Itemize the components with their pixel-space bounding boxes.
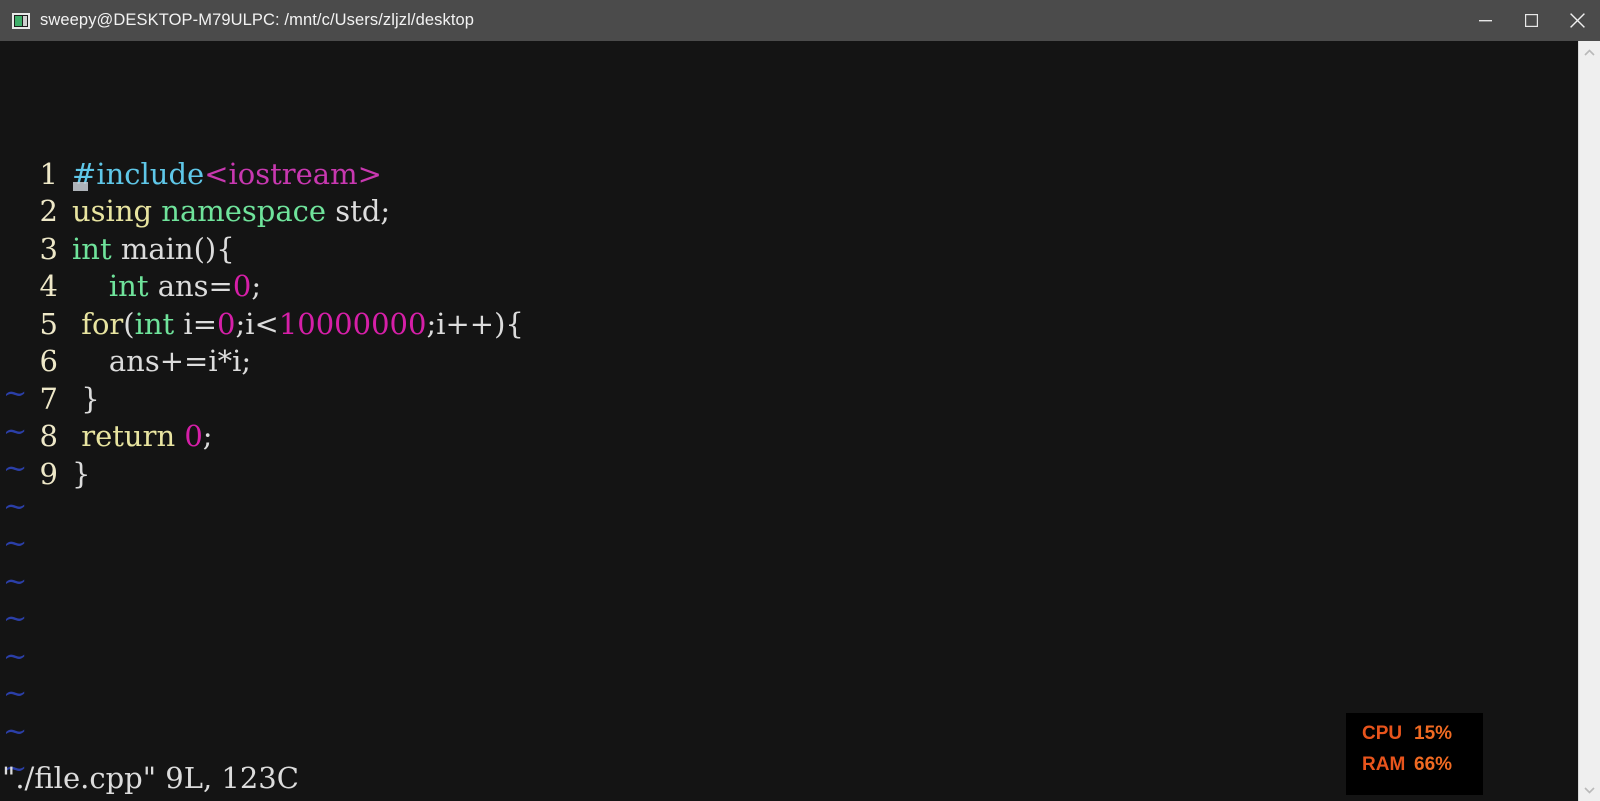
filler-tilde: ~: [3, 713, 28, 748]
scroll-down-button[interactable]: [1579, 779, 1600, 801]
close-icon: [1569, 13, 1585, 28]
code-token: }: [72, 456, 91, 491]
code-token: int: [72, 231, 112, 266]
line-number: 2: [39, 194, 58, 228]
code-token: for: [81, 306, 124, 341]
filler-tilde: ~: [3, 376, 28, 410]
code-token: ;i<: [235, 306, 279, 341]
close-button[interactable]: [1554, 0, 1600, 41]
system-monitor-overlay: CPU 15% RAM 66%: [1346, 713, 1483, 795]
code-token: }: [72, 381, 100, 416]
terminal-window: sweepy@DESKTOP-M79ULPC: /mnt/c/Users/zlj…: [0, 0, 1600, 801]
filler-tilde: ~: [3, 413, 28, 448]
line-number: 4: [39, 269, 58, 303]
code-token: int: [108, 269, 149, 303]
code-token: include: [96, 156, 205, 191]
ram-label: RAM: [1362, 754, 1406, 775]
ram-row: RAM 66%: [1362, 754, 1483, 785]
line-number: 3: [39, 231, 58, 266]
code-line[interactable]: 5 for(int i=0;i<10000000;i++){: [0, 306, 524, 344]
code-line[interactable]: 8 return 0;: [0, 418, 524, 456]
chevron-up-icon: [1584, 48, 1595, 56]
code-token: 0: [232, 269, 252, 303]
code-line[interactable]: 9}: [0, 456, 524, 494]
filler-tilde: ~: [3, 526, 28, 560]
code-token: (: [123, 306, 135, 341]
code-token: i=: [174, 306, 218, 341]
editor-code-area[interactable]: 1 #include<iostream> 2 using namespace std;…: [0, 41, 524, 493]
window-titlebar[interactable]: sweepy@DESKTOP-M79ULPC: /mnt/c/Users/zlj…: [0, 0, 1600, 41]
scrollbar-thumb[interactable]: [1580, 63, 1599, 777]
filler-tilde: ~: [3, 563, 28, 598]
code-token: 0: [217, 306, 236, 341]
code-token: 10000000: [278, 306, 427, 341]
cpu-label: CPU: [1362, 723, 1403, 744]
line-number: 1: [39, 156, 58, 191]
code-line[interactable]: 2 using namespace std;: [0, 193, 524, 231]
code-token: ;: [251, 269, 262, 303]
terminal-viewport[interactable]: 1 #include<iostream> 2 using namespace std;…: [0, 41, 1578, 801]
ram-value: 66%: [1414, 754, 1453, 775]
filler-tilde: ~: [3, 601, 28, 635]
code-token: 0: [184, 419, 203, 453]
chevron-down-icon: [1584, 786, 1595, 794]
filler-tilde: ~: [3, 488, 28, 523]
code-token: ans=: [148, 269, 233, 303]
minimize-button[interactable]: [1462, 0, 1508, 41]
code-token: return: [81, 419, 176, 453]
editor-filler-column: ~ ~ ~ ~ ~ ~ ~ ~ ~ ~ ~: [0, 375, 27, 788]
code-token: main(){: [111, 231, 235, 266]
code-line[interactable]: 1 #include<iostream>: [0, 156, 524, 194]
maximize-icon: [1524, 14, 1538, 27]
code-token: ans+=i*i;: [72, 344, 252, 378]
maximize-button[interactable]: [1508, 0, 1554, 41]
filler-tilde: ~: [3, 638, 28, 673]
code-line[interactable]: 3 int main(){: [0, 231, 524, 269]
line-number: 5: [39, 306, 58, 341]
terminal-icon: [12, 12, 30, 29]
text-cursor: #: [72, 156, 96, 194]
vertical-scrollbar[interactable]: [1578, 41, 1600, 801]
cpu-value: 15%: [1414, 723, 1453, 744]
code-token: std;: [326, 194, 391, 228]
minimize-icon: [1478, 20, 1492, 22]
code-token: <iostream>: [204, 156, 382, 191]
code-token: int: [134, 306, 175, 341]
filler-tilde: ~: [3, 451, 28, 485]
code-token: ;: [202, 419, 213, 453]
scroll-up-button[interactable]: [1579, 41, 1600, 63]
code-token: namespace: [161, 194, 327, 228]
code-line[interactable]: 7 }: [0, 381, 524, 419]
editor-status-line: "./file.cpp" 9L, 123C: [2, 761, 299, 795]
cpu-row: CPU 15%: [1362, 723, 1483, 754]
code-token: ;i++){: [426, 306, 524, 341]
filler-tilde: ~: [3, 676, 28, 710]
window-title: sweepy@DESKTOP-M79ULPC: /mnt/c/Users/zlj…: [40, 11, 475, 29]
code-line[interactable]: 6 ans+=i*i;: [0, 343, 524, 381]
code-token: using: [72, 194, 162, 228]
code-line[interactable]: 4 int ans=0;: [0, 268, 524, 306]
